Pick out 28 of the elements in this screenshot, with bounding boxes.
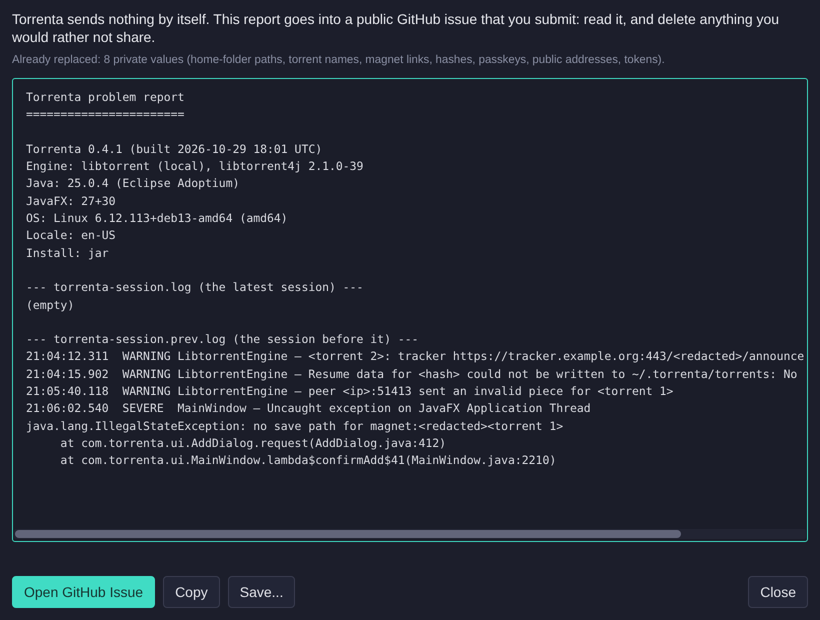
report-line: --- torrenta-session.prev.log (the session before it) --- — [26, 331, 418, 348]
report-line: ======================= — [26, 106, 184, 124]
report-line: --- torrenta-session.log (the latest session) --- — [26, 279, 364, 296]
open-issue-button[interactable]: Open GitHub Issue — [12, 576, 156, 608]
report-line: OS: Linux 6.12.113+deb13-amd64 (amd64) — [26, 210, 288, 228]
report-line: Engine: libtorrent (local), libtorrent4j 2.1.0-39 — [26, 158, 364, 176]
scrollbar-thumb[interactable] — [15, 530, 681, 538]
report-line: java.lang.IllegalStateException: no save path for magnet:<redacted><torrent 1> — [26, 418, 564, 435]
intro-text: Torrenta sends nothing by itself. This report goes into a public GitHub issue that you submit: read it, and delete anything you would rather not share. — [12, 10, 780, 46]
copy-button[interactable]: Copy — [163, 576, 220, 608]
report-line: Install: jar — [26, 244, 109, 262]
report-line: (empty) — [26, 296, 74, 314]
report-line: Java: 25.0.4 (Eclipse Adoptium) — [26, 175, 240, 192]
report-line: Torrenta problem report — [26, 89, 184, 106]
report-line: 21:06:02.540 SEVERE MainWindow — Uncaught exception on JavaFX Application Thread — [26, 400, 591, 418]
close-button[interactable]: Close — [748, 576, 808, 608]
report-line: Torrenta 0.4.1 (built 2026-10-29 18:01 UTC) — [26, 140, 322, 158]
redaction-note: Already replaced: 8 private values (home-folder paths, torrent names, magnet links, hashes, passkeys, public addresses, tokens). — [12, 53, 666, 68]
report-line: at com.torrenta.ui.AddDialog.request(AddDialog.java:412) — [59, 434, 446, 452]
report-line: Locale: en-US — [26, 227, 116, 244]
horizontal-scrollbar[interactable] — [14, 529, 806, 539]
report-line: JavaFX: 27+30 — [26, 192, 116, 210]
save-button[interactable]: Save... — [228, 576, 296, 608]
report-text-area[interactable] — [12, 78, 808, 542]
report-line: 21:04:15.902 WARNING LibtorrentEngine — Resume data for <hash> could not be written to ~/.torrenta/torrents: No — [26, 366, 798, 383]
report-line: 21:05:40.118 WARNING LibtorrentEngine — peer <ip>:51413 sent an invalid piece for <torrent 1> — [26, 383, 674, 400]
report-line: 21:04:12.311 WARNING LibtorrentEngine — <torrent 2>: tracker https://tracker.example.org:443/<redacted>/announce — [26, 348, 804, 366]
report-line: at com.torrenta.ui.MainWindow.lambda$confirmAdd$41(MainWindow.java:2210) — [59, 452, 556, 470]
